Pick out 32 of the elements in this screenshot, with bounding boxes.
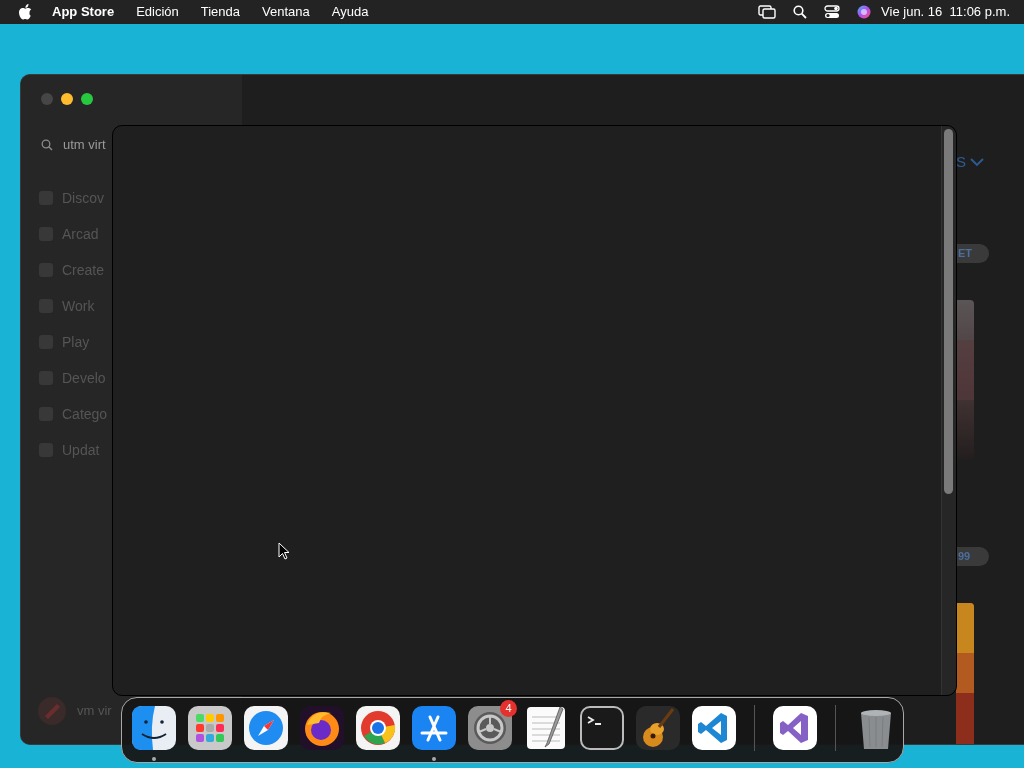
see-all-link[interactable]: S — [956, 151, 966, 174]
terminal-icon[interactable] — [579, 705, 625, 751]
notification-badge: 4 — [500, 700, 517, 717]
menu-item[interactable]: Edición — [136, 2, 179, 22]
code-editor-icon[interactable] — [772, 705, 818, 751]
scrollbar-thumb[interactable] — [944, 129, 953, 494]
smiling-face-icon[interactable] — [131, 705, 177, 751]
menu-item[interactable]: Tienda — [200, 2, 241, 22]
app-grid-icon[interactable] — [187, 705, 233, 751]
search-icon[interactable] — [793, 5, 808, 19]
code-editor-icon[interactable] — [691, 705, 737, 751]
clock[interactable]: Vie jun. 16 11:06 p.m. — [881, 2, 1010, 22]
get-button[interactable]: ET — [956, 243, 989, 263]
screen-mirroring-icon[interactable] — [758, 5, 777, 19]
minimize-button[interactable] — [61, 93, 73, 105]
app-menu[interactable]: App Store — [52, 2, 115, 22]
compass-icon[interactable] — [243, 705, 289, 751]
siri-icon[interactable] — [857, 5, 872, 19]
price-button[interactable]: 99 — [956, 546, 989, 566]
search-icon — [41, 139, 53, 151]
fox-icon[interactable] — [299, 705, 345, 751]
app-store-icon[interactable] — [411, 705, 457, 751]
menu-item[interactable]: Ayuda — [331, 2, 369, 22]
guitar-icon[interactable] — [635, 705, 681, 751]
control-center-icon[interactable] — [824, 5, 841, 19]
apple-icon[interactable] — [18, 4, 32, 20]
menu-item[interactable]: Ventana — [262, 2, 310, 22]
gear-icon[interactable] — [467, 705, 513, 751]
chevron-down-icon[interactable] — [970, 157, 984, 167]
zoom-button[interactable] — [81, 93, 93, 105]
chrome-icon[interactable] — [355, 705, 401, 751]
pointer-icon — [278, 542, 290, 560]
